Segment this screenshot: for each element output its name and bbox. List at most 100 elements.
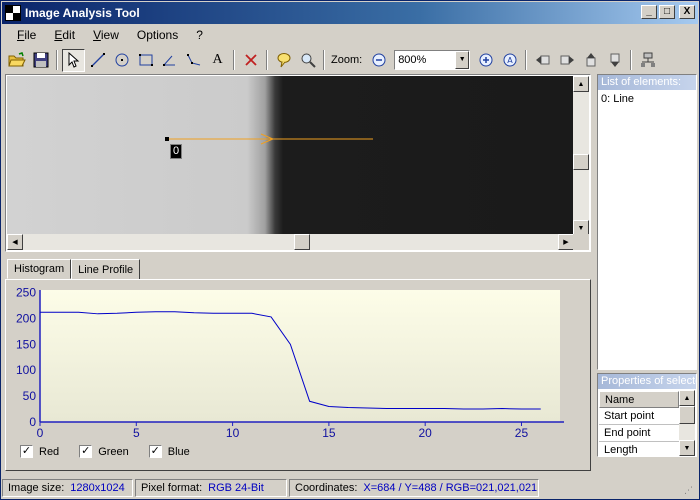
zoom-fit-icon: A: [503, 53, 517, 67]
image-view[interactable]: 0 ▲ ▼ ◀ ▶: [5, 74, 591, 252]
tab-histogram[interactable]: Histogram: [7, 259, 72, 279]
status-image-size: Image size: 1280x1024: [2, 479, 133, 497]
pan-left-button[interactable]: [531, 49, 554, 72]
status-size-label: Image size:: [8, 482, 65, 494]
y-tick-label: 0: [29, 415, 36, 429]
settings-button[interactable]: [636, 49, 659, 72]
scroll-down-button[interactable]: ▼: [679, 440, 695, 456]
pan-up-icon: [586, 53, 596, 67]
zoom-out-button[interactable]: [367, 49, 390, 72]
properties-scrollbar[interactable]: ▲ ▼: [679, 390, 695, 456]
toolbar-separator: [233, 50, 235, 70]
property-row[interactable]: Start point: [599, 408, 679, 425]
scroll-thumb[interactable]: [573, 154, 589, 170]
magnifier-button[interactable]: [296, 49, 319, 72]
window-title: Image Analysis Tool: [25, 6, 140, 20]
y-tick-label: 250: [16, 286, 36, 300]
image-canvas[interactable]: 0: [7, 76, 574, 236]
delete-button[interactable]: [239, 49, 262, 72]
menu-options[interactable]: Options: [128, 26, 187, 44]
elements-panel-title: List of elements:: [598, 75, 696, 90]
svg-text:A: A: [507, 56, 513, 65]
plot-area: [40, 290, 560, 422]
property-row[interactable]: Length: [599, 442, 679, 456]
checkbox-box[interactable]: ✓: [20, 445, 33, 458]
scroll-thumb[interactable]: [679, 406, 695, 424]
menu-help[interactable]: ?: [187, 26, 212, 44]
scroll-thumb[interactable]: [294, 234, 310, 250]
status-format-label: Pixel format:: [141, 482, 203, 494]
image-horizontal-scrollbar[interactable]: ◀ ▶: [7, 234, 574, 250]
toolbar-separator: [323, 50, 325, 70]
image-vertical-scrollbar[interactable]: ▲ ▼: [573, 76, 589, 236]
toolbar-separator: [56, 50, 58, 70]
tab-line-profile[interactable]: Line Profile: [71, 259, 141, 280]
status-coordinates: Coordinates: X=684 / Y=488 / RGB=021,021,…: [289, 479, 539, 497]
x-tick-label: 20: [419, 426, 433, 440]
open-button[interactable]: [5, 49, 28, 72]
status-bar: Image size: 1280x1024 Pixel format: RGB 24…: [2, 477, 698, 499]
x-tick-label: 10: [226, 426, 240, 440]
line-tool-button[interactable]: [86, 49, 109, 72]
y-tick-label: 150: [16, 337, 36, 351]
scroll-right-button[interactable]: ▶: [558, 234, 574, 250]
chevron-down-icon[interactable]: ▼: [455, 51, 470, 69]
scroll-up-button[interactable]: ▲: [573, 76, 589, 92]
menu-view[interactable]: View: [84, 26, 128, 44]
blue-channel-checkbox[interactable]: ✓ Blue: [148, 445, 190, 458]
zoom-in-button[interactable]: [474, 49, 497, 72]
channel-checkboxes: ✓ Red ✓ Green ✓ Blue: [20, 445, 190, 458]
annotation-button[interactable]: [272, 49, 295, 72]
red-channel-checkbox[interactable]: ✓ Red: [20, 445, 59, 458]
zoom-value: 800%: [398, 54, 427, 66]
line-profile-chart: 0 50 100 150 200 250 0 5 10 15 20 25: [12, 284, 586, 442]
text-tool-icon: A: [212, 52, 223, 67]
floppy-icon: [33, 52, 48, 68]
app-icon[interactable]: [5, 5, 21, 21]
checkbox-box[interactable]: ✓: [148, 445, 162, 458]
property-row[interactable]: End point: [599, 425, 679, 442]
close-button[interactable]: X: [679, 5, 695, 19]
line-label: 0: [170, 144, 183, 159]
select-tool-button[interactable]: [62, 48, 85, 72]
list-item[interactable]: 0: Line: [598, 90, 696, 108]
rectangle-tool-button[interactable]: [134, 49, 157, 72]
maximize-button[interactable]: □: [659, 5, 675, 19]
minimize-button[interactable]: _: [641, 5, 657, 19]
y-tick-label: 50: [23, 389, 37, 403]
checkbox-label: Green: [98, 445, 129, 458]
polyline-tool-button[interactable]: [182, 49, 205, 72]
menu-file[interactable]: File: [8, 26, 45, 44]
scroll-left-button[interactable]: ◀: [7, 234, 23, 250]
zoom-out-icon: [372, 53, 386, 67]
properties-header-name[interactable]: Name: [599, 391, 679, 408]
delete-x-icon: [244, 54, 257, 66]
folder-open-icon: [7, 52, 26, 67]
resize-grip-icon[interactable]: ⋰: [684, 485, 696, 497]
scroll-up-button[interactable]: ▲: [679, 390, 695, 406]
scroll-corner: [573, 234, 589, 250]
pan-left-icon: [535, 55, 550, 65]
rectangle-tool-icon: [138, 54, 153, 66]
toolbar: A Zoom: 800% ▼ A: [5, 47, 695, 73]
circle-tool-button[interactable]: [110, 49, 133, 72]
pan-right-button[interactable]: [555, 49, 578, 72]
angle-tool-button[interactable]: [158, 49, 181, 72]
checkbox-box[interactable]: ✓: [79, 445, 93, 458]
menu-edit[interactable]: Edit: [45, 26, 84, 44]
polyline-tool-icon: [186, 54, 200, 66]
zoom-select[interactable]: 800% ▼: [394, 50, 471, 70]
pan-down-button[interactable]: [603, 49, 626, 72]
title-bar[interactable]: Image Analysis Tool _ □ X: [2, 2, 698, 24]
green-channel-checkbox[interactable]: ✓ Green: [79, 445, 129, 458]
zoom-fit-button[interactable]: A: [498, 49, 521, 72]
pan-up-button[interactable]: [579, 49, 602, 72]
line-start-handle[interactable]: [165, 137, 169, 141]
status-format-value: RGB 24-Bit: [208, 482, 264, 494]
save-button[interactable]: [29, 49, 52, 72]
properties-panel: Properties of selected Name Start point …: [597, 373, 697, 457]
text-tool-button[interactable]: A: [206, 49, 229, 72]
line-profile-svg: 0 50 100 150 200 250 0 5 10 15 20 25: [16, 286, 564, 440]
y-tick-label: 100: [16, 363, 36, 377]
toolbar-separator: [266, 50, 268, 70]
